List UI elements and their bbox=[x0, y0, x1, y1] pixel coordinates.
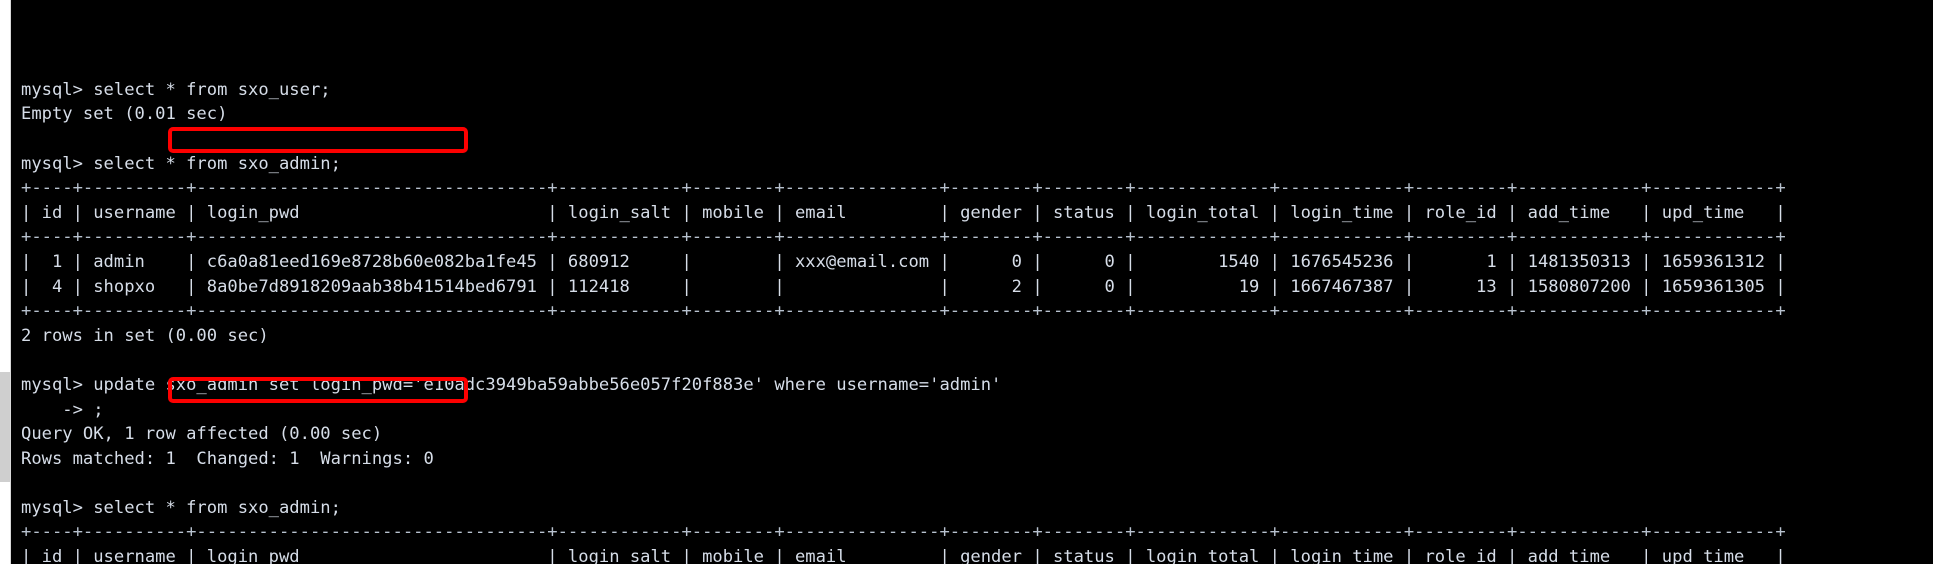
console-line: | 4 | shopxo | 8a0be7d8918209aab38b41514… bbox=[21, 276, 1786, 297]
console-line: +----+----------+-----------------------… bbox=[21, 178, 1786, 199]
console-line: Rows matched: 1 Changed: 1 Warnings: 0 bbox=[21, 448, 434, 469]
console-line: | id | username | login_pwd | login_salt… bbox=[21, 202, 1786, 223]
console-line: | 1 | admin | c6a0a81eed169e8728b60e082b… bbox=[21, 251, 1786, 272]
scrollbar-track-top[interactable] bbox=[0, 0, 10, 372]
console-line: Empty set (0.01 sec) bbox=[21, 104, 228, 125]
console-line: mysql> update sxo_admin set login_pwd='e… bbox=[21, 374, 1002, 395]
console-line: mysql> select * from sxo_admin; bbox=[21, 153, 341, 174]
console-line: mysql> select * from sxo_admin; bbox=[21, 497, 341, 518]
scrollbar-track-bottom[interactable] bbox=[0, 482, 10, 564]
console-line: -> ; bbox=[21, 399, 104, 420]
console-output[interactable]: mysql> select * from sxo_user; Empty set … bbox=[11, 0, 1933, 564]
console-line: +----+----------+-----------------------… bbox=[21, 301, 1786, 322]
console-line: +----+----------+-----------------------… bbox=[21, 227, 1786, 248]
console-line: | id | username | login_pwd | login_salt… bbox=[21, 547, 1786, 564]
console-line: 2 rows in set (0.00 sec) bbox=[21, 325, 269, 346]
scrollbar-thumb[interactable] bbox=[0, 372, 10, 482]
console-line: +----+----------+-----------------------… bbox=[21, 522, 1786, 543]
console-line: Query OK, 1 row affected (0.00 sec) bbox=[21, 424, 383, 445]
console-line: mysql> select * from sxo_user; bbox=[21, 79, 331, 100]
vertical-scrollbar[interactable] bbox=[0, 0, 11, 564]
terminal-window: mysql> select * from sxo_user; Empty set … bbox=[0, 0, 1933, 564]
